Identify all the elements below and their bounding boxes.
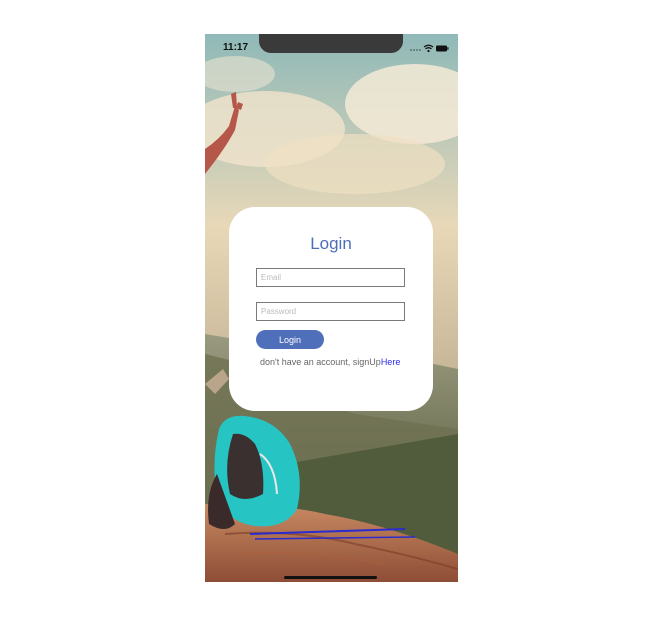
signup-row: don't have an account, signUpHere (260, 357, 400, 367)
signup-prompt: don't have an account, signUp (260, 357, 381, 367)
password-input[interactable] (256, 302, 405, 321)
signal-icon (410, 49, 421, 51)
email-input[interactable] (256, 268, 405, 287)
home-indicator[interactable] (284, 576, 377, 579)
phone-screen: 11:17 Login Login don't ha (205, 34, 458, 582)
status-bar: 11:17 (205, 34, 458, 62)
login-button[interactable]: Login (256, 330, 324, 349)
login-card: Login Login don't have an account, signU… (229, 207, 433, 411)
signup-here-link[interactable]: Here (381, 357, 401, 367)
status-time: 11:17 (223, 42, 249, 53)
notch (259, 34, 403, 53)
status-icons (410, 44, 449, 53)
wifi-icon (423, 44, 434, 53)
login-title: Login (310, 234, 352, 253)
battery-icon (436, 45, 449, 52)
